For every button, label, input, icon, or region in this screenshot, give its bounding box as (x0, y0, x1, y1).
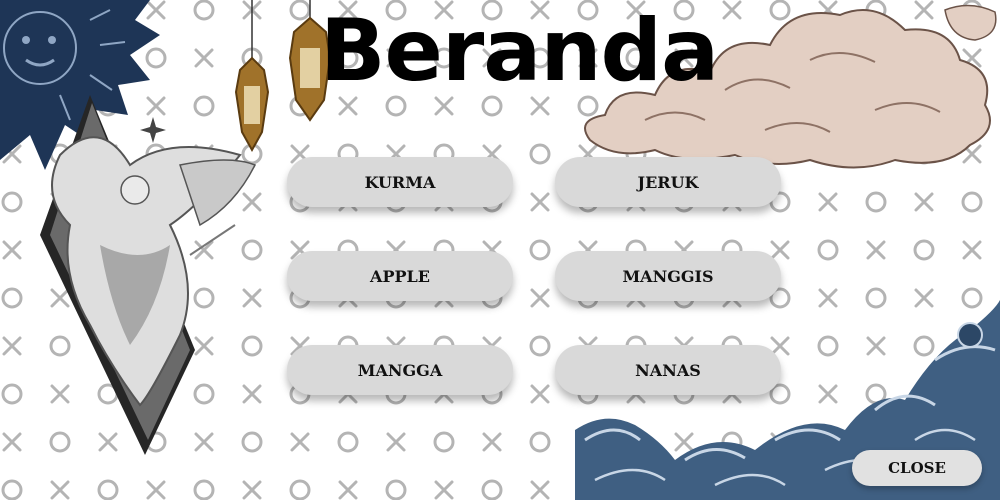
pattern-o-mark (865, 191, 887, 213)
pattern-x-mark (530, 288, 550, 308)
pattern-x-mark (914, 192, 934, 212)
pattern-o-mark (1, 479, 23, 500)
pattern-o-mark (913, 239, 935, 261)
pattern-o-mark (433, 431, 455, 453)
pattern-x-mark (2, 432, 22, 452)
pattern-o-mark (97, 479, 119, 500)
pattern-x-mark (770, 240, 790, 260)
pattern-o-mark (529, 335, 551, 357)
pattern-x-mark (2, 240, 22, 260)
pattern-o-mark (529, 143, 551, 165)
pattern-o-mark (817, 239, 839, 261)
pattern-o-mark (961, 191, 983, 213)
pattern-o-mark (529, 239, 551, 261)
pattern-o-mark (193, 0, 215, 21)
pattern-o-mark (1, 287, 23, 309)
pattern-o-mark (1, 191, 23, 213)
pattern-x-mark (386, 432, 406, 452)
pattern-o-mark (289, 479, 311, 500)
manggis-button[interactable]: MANGGIS (555, 251, 781, 301)
pattern-x-mark (818, 192, 838, 212)
nanas-button[interactable]: NANAS (555, 345, 781, 395)
pattern-x-mark (482, 432, 502, 452)
pattern-o-mark (481, 479, 503, 500)
pattern-x-mark (530, 192, 550, 212)
pattern-x-mark (530, 384, 550, 404)
pattern-x-mark (866, 240, 886, 260)
pattern-x-mark (338, 480, 358, 500)
pattern-x-mark (146, 480, 166, 500)
pattern-o-mark (337, 431, 359, 453)
pattern-x-mark (2, 336, 22, 356)
page-title: Beranda (320, 1, 719, 101)
pattern-x-mark (962, 240, 982, 260)
close-button[interactable]: CLOSE (852, 450, 982, 486)
pattern-x-mark (50, 480, 70, 500)
apple-button[interactable]: APPLE (287, 251, 513, 301)
home-screen: Beranda KURMA JERUK APPLE MANGGIS MANGGA… (0, 0, 1000, 500)
mangga-button[interactable]: MANGGA (287, 345, 513, 395)
pattern-o-mark (1, 383, 23, 405)
kurma-button[interactable]: KURMA (287, 157, 513, 207)
pattern-x-mark (434, 480, 454, 500)
pattern-x-mark (290, 432, 310, 452)
jeruk-button[interactable]: JERUK (555, 157, 781, 207)
pattern-x-mark (530, 480, 550, 500)
pattern-o-mark (193, 479, 215, 500)
pattern-x-mark (194, 48, 214, 68)
pattern-x-mark (242, 480, 262, 500)
pattern-o-mark (385, 479, 407, 500)
pattern-o-mark (529, 431, 551, 453)
